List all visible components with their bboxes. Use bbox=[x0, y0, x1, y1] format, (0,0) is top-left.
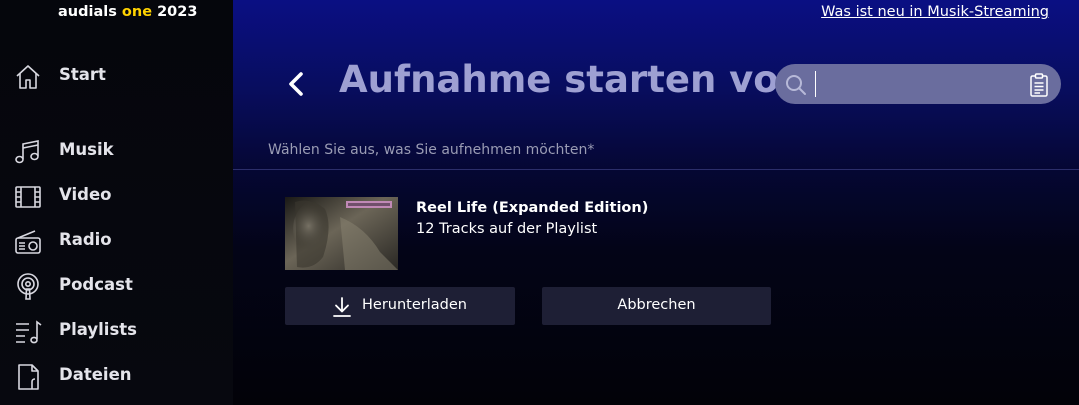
music-note-icon bbox=[13, 137, 43, 167]
main-panel: Was ist neu in Musik-Streaming Aufnahme … bbox=[233, 0, 1079, 405]
track-count: 12 Tracks auf der Playlist bbox=[416, 221, 598, 237]
sidebar-item-dateien[interactable]: Dateien bbox=[0, 356, 233, 396]
brand-year: 2023 bbox=[157, 4, 198, 20]
album-title: Reel Life (Expanded Edition) bbox=[416, 200, 649, 216]
film-icon bbox=[13, 182, 43, 212]
page-title: Aufnahme starten von bbox=[339, 58, 806, 101]
cancel-button[interactable]: Abbrechen bbox=[542, 287, 771, 325]
sidebar-item-radio[interactable]: Radio bbox=[0, 221, 233, 261]
file-icon bbox=[13, 362, 43, 392]
brand-edition: one bbox=[121, 4, 153, 20]
sidebar-item-label: Dateien bbox=[59, 365, 132, 384]
back-button[interactable] bbox=[281, 66, 313, 102]
podcast-icon bbox=[13, 272, 43, 302]
sidebar-item-musik[interactable]: Musik bbox=[0, 131, 233, 171]
app-logo: audials one 2023 bbox=[58, 4, 197, 20]
sidebar-item-playlists[interactable]: Playlists bbox=[0, 311, 233, 351]
clipboard-icon[interactable] bbox=[1028, 72, 1050, 98]
sidebar-item-start[interactable]: Start bbox=[0, 56, 233, 96]
download-button[interactable]: Herunterladen bbox=[285, 287, 515, 325]
app-window: audials one 2023 Start Musik Video Radio… bbox=[0, 0, 1079, 405]
download-icon bbox=[332, 296, 352, 318]
brand-name: audials bbox=[58, 4, 117, 20]
radio-icon bbox=[13, 227, 43, 257]
home-icon bbox=[13, 62, 43, 92]
sidebar: audials one 2023 Start Musik Video Radio… bbox=[0, 0, 233, 405]
album-cover bbox=[285, 197, 398, 270]
search-icon bbox=[784, 73, 808, 97]
search-box[interactable] bbox=[775, 64, 1061, 104]
sidebar-item-label: Musik bbox=[59, 140, 114, 159]
sidebar-item-label: Start bbox=[59, 65, 106, 84]
divider bbox=[233, 169, 1079, 170]
sidebar-item-label: Podcast bbox=[59, 275, 133, 294]
playlist-icon bbox=[13, 317, 43, 347]
sidebar-item-video[interactable]: Video bbox=[0, 176, 233, 216]
sidebar-item-label: Video bbox=[59, 185, 112, 204]
cancel-button-label: Abbrechen bbox=[617, 297, 696, 313]
download-button-label: Herunterladen bbox=[362, 297, 467, 313]
search-input[interactable] bbox=[815, 71, 1019, 97]
whats-new-link[interactable]: Was ist neu in Musik-Streaming bbox=[821, 4, 1049, 20]
chevron-left-icon bbox=[281, 66, 313, 102]
instruction-text: Wählen Sie aus, was Sie aufnehmen möchte… bbox=[268, 142, 595, 158]
sidebar-item-podcast[interactable]: Podcast bbox=[0, 266, 233, 306]
sidebar-item-label: Playlists bbox=[59, 320, 137, 339]
sidebar-item-label: Radio bbox=[59, 230, 112, 249]
